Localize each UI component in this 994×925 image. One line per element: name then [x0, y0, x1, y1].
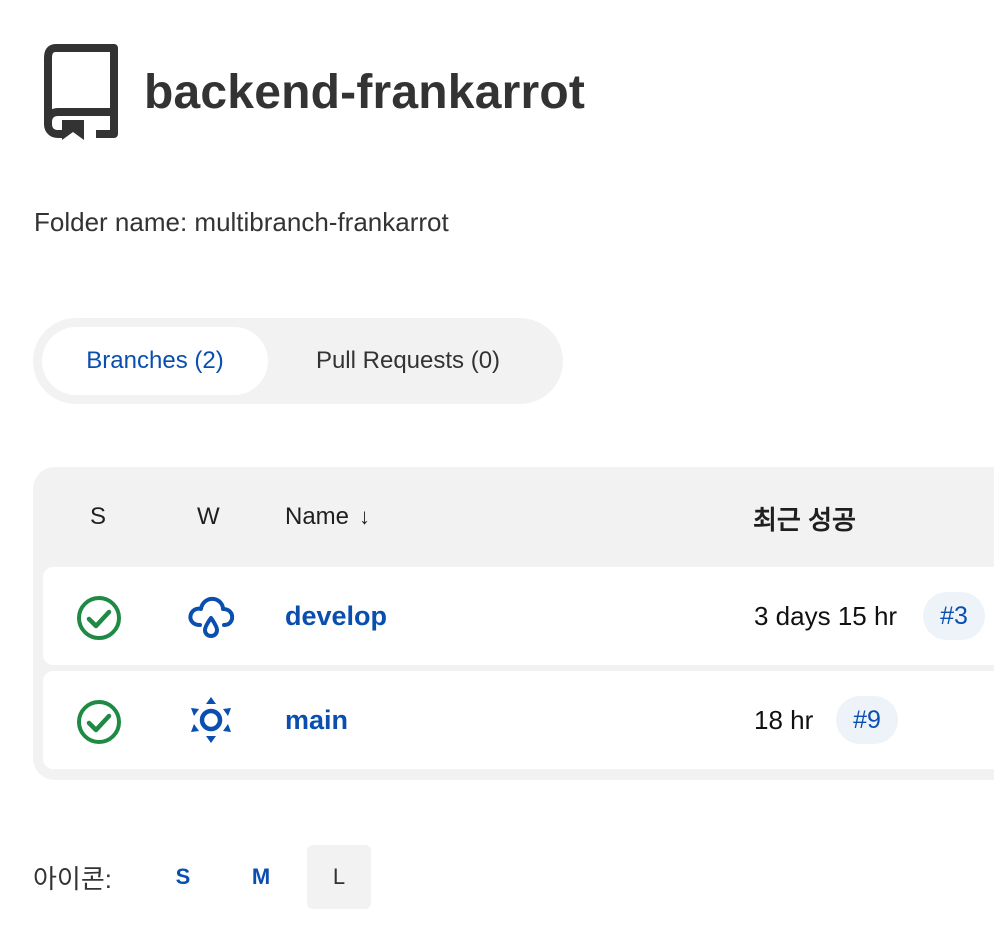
- icon-size-label: 아이콘:: [33, 863, 112, 894]
- branches-table: S W Name ↓ 최근 성공 develop 3 days 15 hr #3: [33, 467, 994, 780]
- tab-branches[interactable]: Branches (2): [42, 327, 268, 395]
- folder-name: Folder name: multibranch-frankarrot: [34, 207, 449, 237]
- icon-size-small-button[interactable]: S: [151, 845, 215, 909]
- build-link[interactable]: #3: [923, 592, 985, 640]
- sort-descending-icon: ↓: [359, 504, 371, 529]
- page: backend-frankarrot Folder name: multibra…: [0, 0, 994, 925]
- column-header-name[interactable]: Name ↓: [285, 503, 370, 531]
- column-header-name-label: Name: [285, 503, 350, 530]
- book-icon: [44, 44, 118, 140]
- last-success-time: 18 hr: [754, 705, 814, 735]
- page-header: backend-frankarrot: [44, 44, 585, 140]
- column-header-weather[interactable]: W: [197, 503, 220, 531]
- table-row: main 18 hr #9: [43, 671, 994, 769]
- sun-icon: [191, 697, 231, 743]
- column-header-last-success[interactable]: 최근 성공: [753, 500, 856, 537]
- icon-size-selector: 아이콘: S M L: [33, 845, 371, 909]
- success-icon: [77, 700, 121, 744]
- branch-link-develop[interactable]: develop: [285, 601, 387, 632]
- column-header-status[interactable]: S: [90, 503, 106, 531]
- table-header: S W Name ↓ 최근 성공: [33, 467, 994, 567]
- tab-pull-requests[interactable]: Pull Requests (0): [273, 327, 543, 395]
- page-title: backend-frankarrot: [144, 65, 586, 119]
- build-link[interactable]: #9: [836, 696, 898, 744]
- tab-bar: Branches (2) Pull Requests (0): [33, 318, 563, 404]
- table-row: develop 3 days 15 hr #3: [43, 567, 994, 665]
- icon-size-medium-button[interactable]: M: [229, 845, 293, 909]
- icon-size-large-button[interactable]: L: [307, 845, 371, 909]
- last-success-time: 3 days 15 hr: [754, 601, 898, 631]
- cloud-rain-icon: [188, 596, 235, 638]
- success-icon: [77, 596, 121, 640]
- branch-link-main[interactable]: main: [285, 705, 348, 736]
